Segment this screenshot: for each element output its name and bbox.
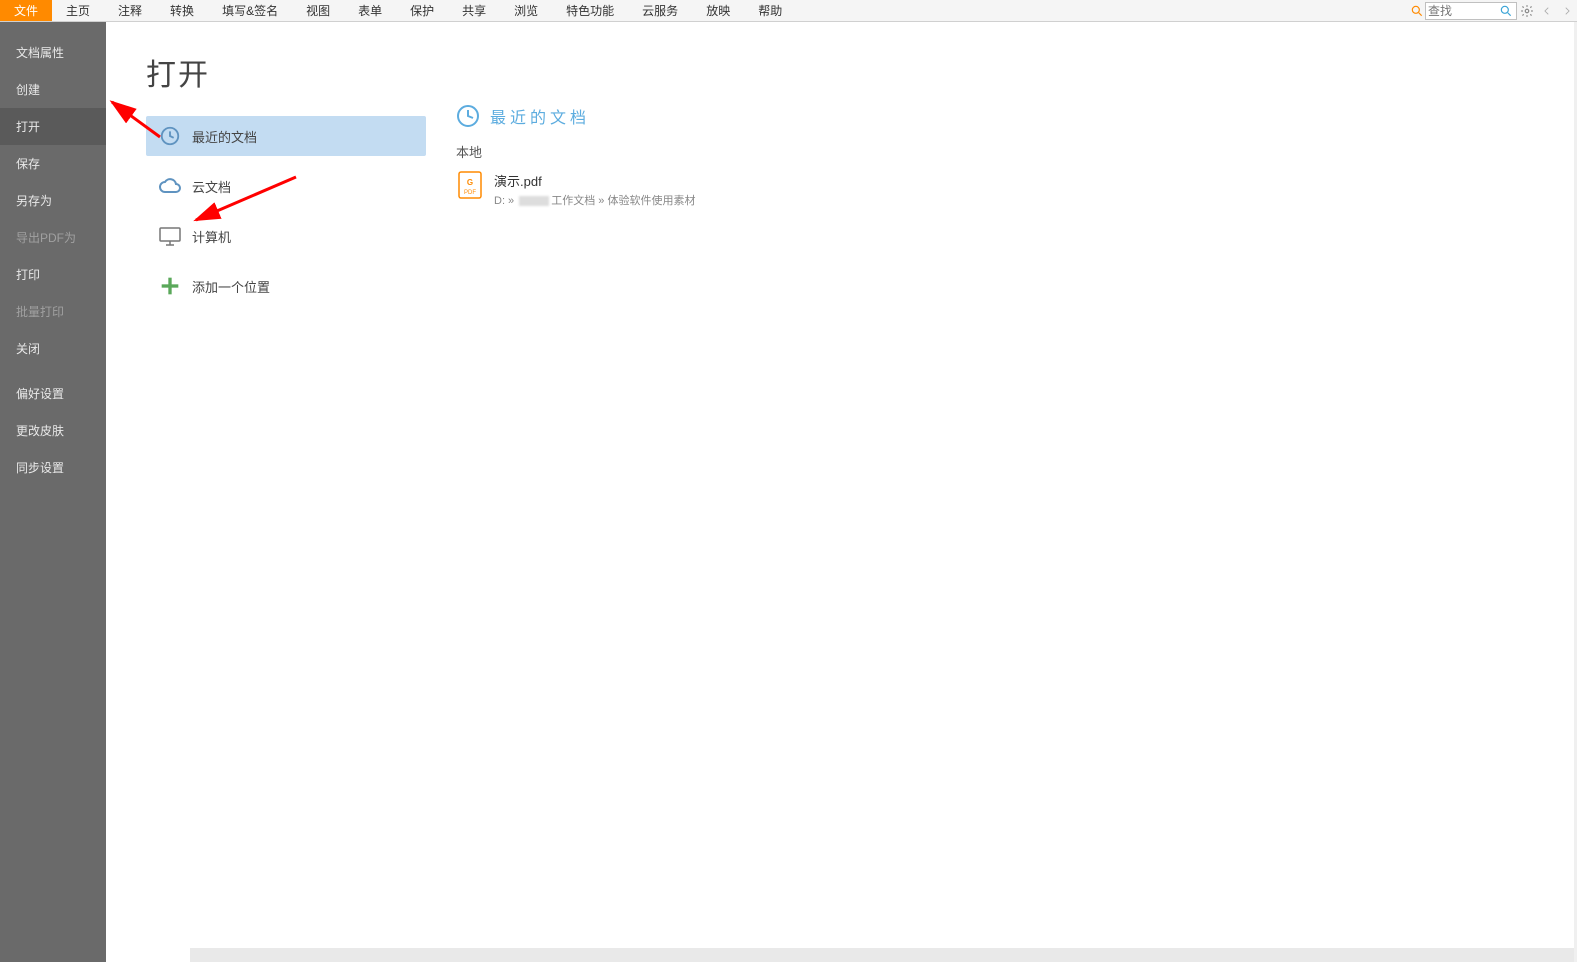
sidebar-label: 更改皮肤: [16, 424, 64, 438]
sidebar-label: 偏好设置: [16, 387, 64, 401]
top-bar-right: [1409, 0, 1577, 21]
tab-cloud[interactable]: 云服务: [628, 0, 692, 21]
search-input[interactable]: [1426, 4, 1496, 18]
location-list: 最近的文档 云文档 计算机: [146, 116, 426, 306]
sidebar-label: 创建: [16, 83, 40, 97]
tab-label: 放映: [706, 2, 730, 19]
pdf-file-icon: G PDF: [456, 171, 484, 199]
tab-label: 保护: [410, 2, 434, 19]
sidebar-item-exportpdf: 导出PDF为: [0, 219, 106, 256]
recent-file-meta: 演示.pdf D: » 工作文档 » 体验软件使用素材: [494, 171, 695, 208]
tab-convert[interactable]: 转换: [156, 0, 208, 21]
search-box: [1425, 2, 1517, 20]
recent-section-header: 最近的文档: [456, 104, 1541, 128]
sidebar-item-syncsettings[interactable]: 同步设置: [0, 449, 106, 486]
settings-icon[interactable]: [1517, 0, 1537, 21]
plus-icon: [158, 274, 182, 298]
sidebar-label: 另存为: [16, 194, 52, 208]
location-label: 计算机: [192, 227, 231, 246]
tab-label: 转换: [170, 2, 194, 19]
location-cloud[interactable]: 云文档: [146, 166, 426, 206]
sidebar-item-create[interactable]: 创建: [0, 71, 106, 108]
recent-file-name: 演示.pdf: [494, 171, 695, 190]
sidebar-item-print[interactable]: 打印: [0, 256, 106, 293]
location-label: 最近的文档: [192, 127, 257, 146]
tab-help[interactable]: 帮助: [744, 0, 796, 21]
tab-label: 文件: [14, 2, 38, 19]
file-sidebar: 文档属性 创建 打开 保存 另存为 导出PDF为 打印 批量打印 关闭 偏好设置…: [0, 22, 106, 962]
sidebar-label: 关闭: [16, 342, 40, 356]
sidebar-item-docprops[interactable]: 文档属性: [0, 34, 106, 71]
sidebar-item-batchprint: 批量打印: [0, 293, 106, 330]
tab-label: 云服务: [642, 2, 678, 19]
sidebar-label: 批量打印: [16, 305, 64, 319]
sidebar-label: 同步设置: [16, 461, 64, 475]
tab-label: 表单: [358, 2, 382, 19]
recent-file-path: D: » 工作文档 » 体验软件使用素材: [494, 192, 695, 208]
open-panel: 打开 最近的文档 云文档: [106, 22, 1577, 962]
location-label: 添加一个位置: [192, 277, 270, 296]
clock-icon: [456, 104, 480, 128]
recent-group-local: 本地: [456, 142, 1541, 161]
open-locations-column: 打开 最近的文档 云文档: [146, 50, 426, 934]
path-mid: 工作文档 » 体验软件使用素材: [551, 195, 695, 207]
cloud-icon: [158, 174, 182, 198]
sidebar-item-preferences[interactable]: 偏好设置: [0, 375, 106, 412]
tab-annotate[interactable]: 注释: [104, 0, 156, 21]
search-go-icon[interactable]: [1496, 4, 1516, 18]
tab-fillsign[interactable]: 填写&签名: [208, 0, 292, 21]
recent-files-panel: 最近的文档 本地 G PDF 演示.pdf D: » 工作文档 » 体验软件使用素…: [456, 50, 1541, 934]
sidebar-label: 打开: [16, 120, 40, 134]
prev-icon[interactable]: [1537, 0, 1557, 21]
tab-form[interactable]: 表单: [344, 0, 396, 21]
sidebar-item-close[interactable]: 关闭: [0, 330, 106, 367]
recent-file-row[interactable]: G PDF 演示.pdf D: » 工作文档 » 体验软件使用素材: [456, 167, 1541, 212]
tab-view[interactable]: 视图: [292, 0, 344, 21]
next-icon[interactable]: [1557, 0, 1577, 21]
tab-file[interactable]: 文件: [0, 0, 52, 21]
tab-special[interactable]: 特色功能: [552, 0, 628, 21]
sidebar-label: 导出PDF为: [16, 231, 76, 245]
sidebar-label: 打印: [16, 268, 40, 282]
computer-icon: [158, 224, 182, 248]
sidebar-item-open[interactable]: 打开: [0, 108, 106, 145]
location-add[interactable]: 添加一个位置: [146, 266, 426, 306]
horizontal-scrollbar[interactable]: [190, 948, 1577, 962]
sidebar-item-save[interactable]: 保存: [0, 145, 106, 182]
tab-label: 注释: [118, 2, 142, 19]
sidebar-label: 文档属性: [16, 46, 64, 60]
tab-present[interactable]: 放映: [692, 0, 744, 21]
svg-text:PDF: PDF: [464, 190, 476, 196]
sidebar-item-saveas[interactable]: 另存为: [0, 182, 106, 219]
main-area: 文档属性 创建 打开 保存 另存为 导出PDF为 打印 批量打印 关闭 偏好设置…: [0, 22, 1577, 962]
svg-text:G: G: [467, 178, 473, 187]
path-prefix: D: »: [494, 195, 517, 207]
tab-browse[interactable]: 浏览: [500, 0, 552, 21]
location-recent[interactable]: 最近的文档: [146, 116, 426, 156]
recent-section-title: 最近的文档: [490, 104, 590, 128]
sidebar-label: 保存: [16, 157, 40, 171]
tab-label: 特色功能: [566, 2, 614, 19]
tab-home[interactable]: 主页: [52, 0, 104, 21]
location-label: 云文档: [192, 177, 231, 196]
sidebar-item-changeskin[interactable]: 更改皮肤: [0, 412, 106, 449]
tab-label: 共享: [462, 2, 486, 19]
location-computer[interactable]: 计算机: [146, 216, 426, 256]
find-ocr-icon[interactable]: [1409, 4, 1425, 18]
tab-label: 视图: [306, 2, 330, 19]
tab-label: 主页: [66, 2, 90, 19]
tab-protect[interactable]: 保护: [396, 0, 448, 21]
panel-title: 打开: [146, 50, 426, 94]
top-menu-bar: 文件 主页 注释 转换 填写&签名 视图 表单 保护 共享 浏览 特色功能 云服…: [0, 0, 1577, 22]
tab-label: 浏览: [514, 2, 538, 19]
path-redacted: [519, 196, 549, 206]
tab-label: 帮助: [758, 2, 782, 19]
tab-label: 填写&签名: [222, 2, 278, 19]
clock-icon: [158, 124, 182, 148]
tab-share[interactable]: 共享: [448, 0, 500, 21]
